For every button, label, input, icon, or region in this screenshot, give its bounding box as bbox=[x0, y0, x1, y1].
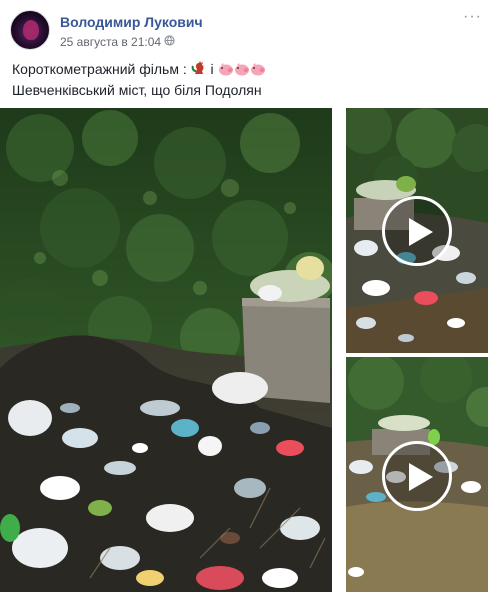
play-icon[interactable] bbox=[382, 196, 452, 266]
more-options-icon[interactable]: ··· bbox=[463, 9, 482, 25]
rooster-emoji-icon bbox=[191, 60, 207, 81]
post-header: Володимир Лукович 25 августа в 21:04 ··· bbox=[10, 9, 484, 54]
globe-icon bbox=[164, 35, 176, 46]
author-name[interactable]: Володимир Лукович bbox=[60, 14, 203, 30]
garbage-dump-photo[interactable] bbox=[0, 108, 332, 592]
timestamp-text[interactable]: 25 августа в 21:04 bbox=[60, 35, 161, 49]
post-text: Короткометражний фільм : і Шевченківськи… bbox=[12, 60, 482, 100]
post-text-line-1: Короткометражний фільм : і bbox=[12, 60, 482, 81]
media-edge bbox=[488, 108, 494, 592]
post-timestamp[interactable]: 25 августа в 21:04 bbox=[60, 35, 176, 49]
pig-emoji-icon bbox=[218, 62, 234, 81]
media-divider bbox=[332, 108, 346, 592]
post-text-line-2: Шевченківський міст, що біля Подолян bbox=[12, 82, 262, 98]
pig-emoji-icon bbox=[234, 62, 250, 81]
play-icon[interactable] bbox=[382, 441, 452, 511]
avatar[interactable] bbox=[10, 10, 50, 50]
video-1[interactable] bbox=[346, 108, 488, 353]
pig-emoji-icon bbox=[250, 62, 266, 81]
video-2[interactable] bbox=[346, 357, 488, 592]
post-media bbox=[0, 108, 494, 592]
post-text-mid: і bbox=[206, 61, 218, 77]
post-text-prefix: Короткометражний фільм : bbox=[12, 61, 191, 77]
